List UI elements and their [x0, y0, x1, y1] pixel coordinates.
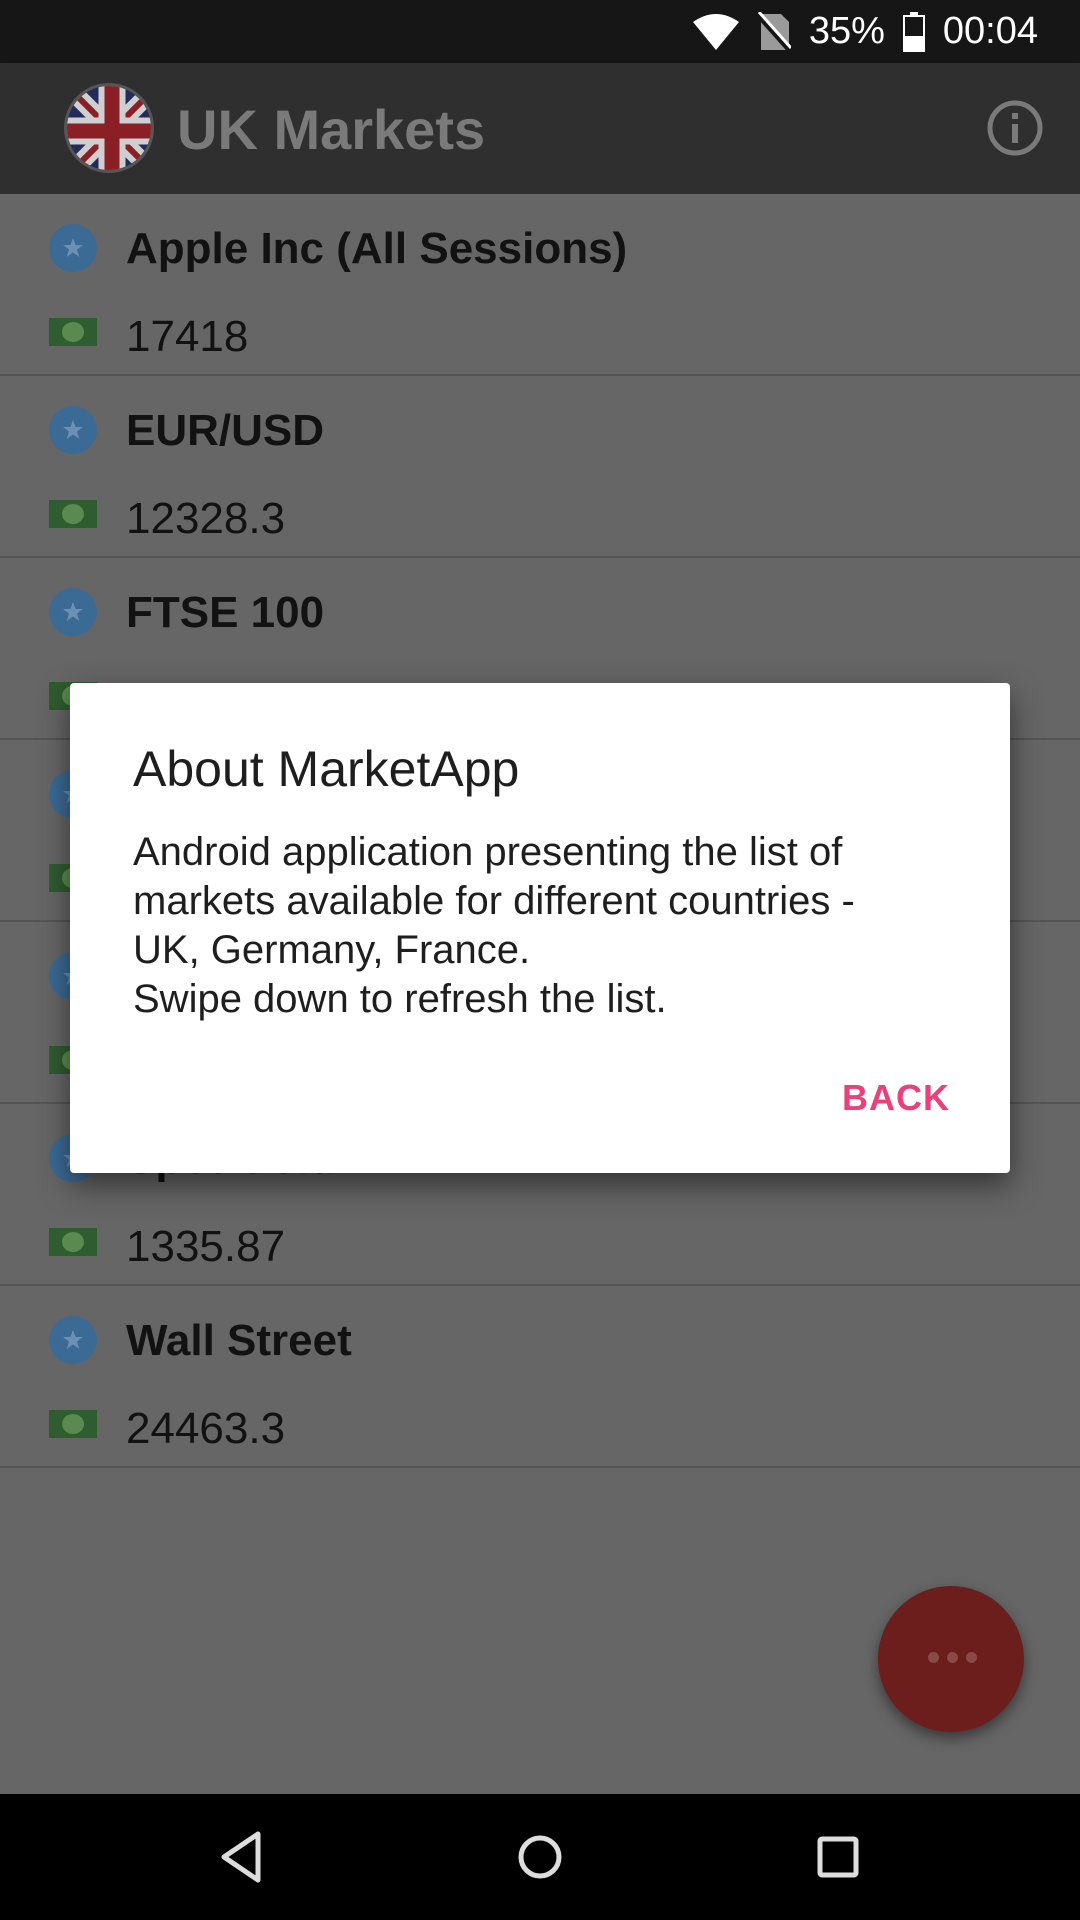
star-icon[interactable]	[49, 1316, 97, 1364]
star-icon[interactable]	[49, 406, 97, 454]
list-item[interactable]: Apple Inc (All Sessions) 17418	[0, 194, 1080, 376]
back-nav-icon[interactable]	[208, 1824, 274, 1890]
market-value: 12328.3	[126, 494, 286, 543]
market-name: Wall Street	[126, 1316, 352, 1365]
page-title: UK Markets	[177, 98, 486, 161]
recents-nav-icon[interactable]	[805, 1824, 871, 1890]
star-icon[interactable]	[49, 588, 97, 636]
market-name: EUR/USD	[126, 406, 325, 455]
home-nav-icon[interactable]	[507, 1824, 573, 1890]
wifi-icon	[692, 13, 739, 50]
dialog-body: Android application presenting the list …	[133, 828, 953, 1024]
dialog-body-line: markets available for different countrie…	[133, 879, 855, 923]
info-icon[interactable]	[986, 99, 1044, 157]
market-name: Apple Inc (All Sessions)	[126, 224, 628, 273]
market-value: 17418	[126, 312, 249, 361]
dialog-body-line: Swipe down to refresh the list.	[133, 977, 667, 1021]
no-sim-icon	[756, 11, 791, 52]
navigation-bar	[0, 1794, 1080, 1920]
battery-percent: 35%	[808, 10, 885, 52]
clock: 00:04	[942, 10, 1038, 52]
more-icon	[928, 1652, 977, 1663]
uk-flag-icon	[64, 83, 154, 173]
market-name: FTSE 100	[126, 588, 325, 637]
app-bar: UK Markets	[0, 63, 1080, 194]
back-button[interactable]: BACK	[842, 1077, 950, 1119]
status-bar: 35% 00:04	[0, 0, 1080, 63]
dialog-title: About MarketApp	[133, 741, 520, 797]
market-value: 1335.87	[126, 1222, 286, 1271]
list-item[interactable]: Wall Street 24463.3	[0, 1286, 1080, 1468]
dialog-body-line: Android application presenting the list …	[133, 830, 843, 874]
star-icon[interactable]	[49, 224, 97, 272]
money-icon	[49, 1228, 97, 1256]
list-item[interactable]: EUR/USD 12328.3	[0, 376, 1080, 558]
money-icon	[49, 318, 97, 346]
about-dialog: About MarketApp Android application pres…	[70, 683, 1010, 1173]
battery-icon	[902, 11, 925, 52]
money-icon	[49, 500, 97, 528]
dialog-body-line: UK, Germany, France.	[133, 928, 531, 972]
market-value: 24463.3	[126, 1404, 286, 1453]
more-fab-button[interactable]	[878, 1586, 1024, 1732]
money-icon	[49, 1410, 97, 1438]
